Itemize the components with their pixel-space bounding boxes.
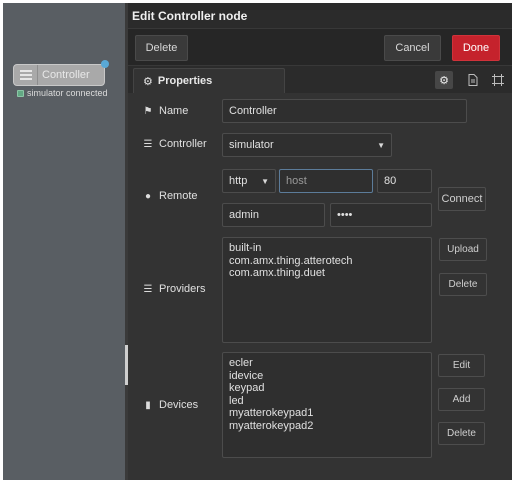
providers-row-label: ☰ Providers bbox=[143, 283, 206, 295]
list-item[interactable]: led bbox=[229, 395, 425, 408]
cancel-button[interactable]: Cancel bbox=[384, 35, 441, 61]
properties-form: ⚑ Name Controller ☰ Controller simulator… bbox=[128, 93, 512, 480]
devices-row-label: ▮ Devices bbox=[143, 399, 198, 411]
list-item[interactable]: com.amx.thing.atterotech bbox=[229, 255, 425, 268]
editor-toolbar: Delete Cancel Done bbox=[128, 28, 512, 66]
name-row-label: ⚑ Name bbox=[143, 105, 189, 117]
host-input[interactable]: host bbox=[279, 169, 373, 193]
controller-select[interactable]: simulator ▼ bbox=[222, 133, 392, 157]
list-item[interactable]: built-in bbox=[229, 242, 425, 255]
list-item[interactable]: ecler bbox=[229, 357, 425, 370]
list-item[interactable]: keypad bbox=[229, 382, 425, 395]
list-item[interactable]: idevice bbox=[229, 370, 425, 383]
protocol-value: http bbox=[229, 175, 248, 187]
controller-label: Controller bbox=[159, 138, 207, 150]
chevron-down-icon: ▼ bbox=[261, 176, 269, 186]
providers-list[interactable]: built-in com.amx.thing.atterotech com.am… bbox=[222, 237, 432, 343]
status-square-icon bbox=[17, 89, 24, 97]
flow-canvas[interactable]: Controller simulator connected bbox=[3, 3, 125, 480]
delete-button[interactable]: Delete bbox=[135, 35, 188, 61]
node-status-text: simulator connected bbox=[27, 88, 108, 98]
password-input[interactable]: •••• bbox=[330, 203, 432, 227]
name-label: Name bbox=[159, 105, 189, 117]
upload-button[interactable]: Upload bbox=[439, 238, 487, 261]
controller-node[interactable]: Controller bbox=[13, 60, 109, 86]
globe-icon: ● bbox=[144, 190, 152, 202]
node-list-icon bbox=[14, 65, 38, 85]
tag-icon: ⚑ bbox=[143, 105, 153, 117]
gear-icon[interactable]: ⚙ bbox=[435, 71, 453, 89]
port-input[interactable]: 80 bbox=[377, 169, 432, 193]
editor-title: Edit Controller node bbox=[132, 9, 248, 23]
tab-properties-label: Properties bbox=[157, 75, 213, 87]
connect-button[interactable]: Connect bbox=[438, 187, 486, 211]
node-status: simulator connected bbox=[17, 88, 108, 98]
providers-delete-button[interactable]: Delete bbox=[439, 273, 487, 296]
devices-label: Devices bbox=[159, 399, 199, 411]
list-icon: ☰ bbox=[143, 138, 153, 150]
tab-properties[interactable]: ⚙ Properties bbox=[133, 68, 285, 93]
node-label: Controller bbox=[42, 69, 90, 81]
name-input[interactable]: Controller bbox=[222, 99, 467, 123]
devices-add-button[interactable]: Add bbox=[438, 388, 485, 411]
protocol-select[interactable]: http ▼ bbox=[222, 169, 276, 193]
username-input[interactable]: admin bbox=[222, 203, 325, 227]
frame-icon[interactable] bbox=[489, 71, 507, 89]
remote-label: Remote bbox=[159, 190, 198, 202]
chip-icon: ▮ bbox=[145, 399, 151, 411]
devices-delete-button[interactable]: Delete bbox=[438, 422, 485, 445]
gear-icon: ⚙ bbox=[143, 75, 153, 88]
controller-select-value: simulator bbox=[229, 139, 274, 151]
editor-tabs: ⚙ Properties ⚙ bbox=[128, 66, 512, 93]
devices-edit-button[interactable]: Edit bbox=[438, 354, 485, 377]
database-icon: ☰ bbox=[143, 283, 153, 295]
node-output-port[interactable] bbox=[101, 60, 109, 68]
providers-label: Providers bbox=[159, 283, 206, 295]
done-button[interactable]: Done bbox=[452, 35, 500, 61]
devices-list[interactable]: ecler idevice keypad led myatterokeypad1… bbox=[222, 352, 432, 458]
remote-row-label: ● Remote bbox=[143, 190, 198, 202]
controller-row-label: ☰ Controller bbox=[143, 138, 207, 150]
chevron-down-icon: ▼ bbox=[377, 140, 385, 150]
list-item[interactable]: myatterokeypad2 bbox=[229, 420, 425, 433]
editor-panel: Edit Controller node Delete Cancel Done … bbox=[128, 3, 512, 480]
document-icon[interactable] bbox=[464, 71, 482, 89]
list-item[interactable]: com.amx.thing.duet bbox=[229, 267, 425, 280]
list-item[interactable]: myatterokeypad1 bbox=[229, 407, 425, 420]
